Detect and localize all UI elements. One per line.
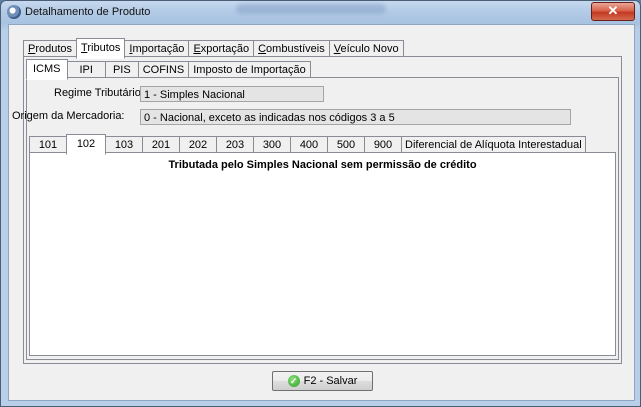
- title-bar[interactable]: Detalhamento de Produto ✕: [1, 1, 640, 23]
- cst-description: Tributada pelo Simples Nacional sem perm…: [168, 159, 477, 171]
- origem-label: Origem da Mercadoria:: [12, 110, 125, 122]
- window-title: Detalhamento de Produto: [25, 6, 151, 18]
- tab-icms[interactable]: ICMS: [26, 59, 68, 80]
- cst-tabs: 101 102 103 201 202 203 300 400 500 900 …: [29, 134, 586, 155]
- main-tabs: Produtos Tributos Importação Exportação …: [23, 38, 404, 59]
- regime-label: Regime Tributário:: [54, 87, 144, 99]
- app-icon: [7, 5, 21, 19]
- check-circle-icon: ✓: [287, 375, 300, 387]
- product-detail-window: Detalhamento de Produto ✕ Produtos Tribu…: [0, 0, 641, 407]
- regime-field[interactable]: 1 - Simples Nacional: [140, 86, 324, 102]
- tab-tributos[interactable]: Tributos: [76, 38, 126, 59]
- cst-content-panel: Tributada pelo Simples Nacional sem perm…: [29, 152, 616, 356]
- window-client-area: Produtos Tributos Importação Exportação …: [8, 24, 635, 401]
- save-button-label: F2 - Salvar: [303, 375, 358, 387]
- blurred-background-title: [236, 4, 386, 14]
- save-button[interactable]: ✓ F2 - Salvar: [272, 371, 373, 391]
- close-button[interactable]: ✕: [591, 2, 635, 21]
- tab-cst-102[interactable]: 102: [66, 134, 106, 155]
- origem-field[interactable]: 0 - Nacional, exceto as indicadas nos có…: [140, 109, 571, 125]
- tax-tabs: ICMS IPI PIS COFINS Imposto de Importaçã…: [26, 59, 311, 80]
